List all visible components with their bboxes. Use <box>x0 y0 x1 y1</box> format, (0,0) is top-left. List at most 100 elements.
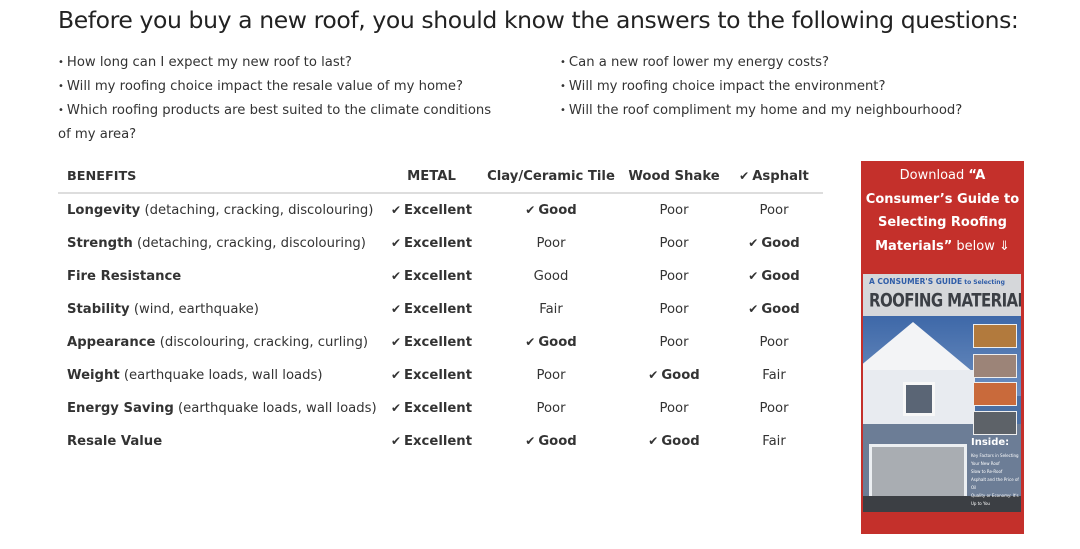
cover-subtitle: A CONSUMER'S GUIDE to Selecting <box>869 277 1005 286</box>
cover-swatch-asphalt <box>973 354 1017 378</box>
rating-value: Good <box>761 269 800 284</box>
rating-value: Poor <box>759 401 789 416</box>
table-row: Strength (detaching, cracking, discolour… <box>58 227 823 260</box>
header-benefits: BENEFITS <box>58 161 384 194</box>
check-icon: ✔ <box>390 203 402 217</box>
benefit-detail: (discolouring, cracking, curling) <box>159 335 368 350</box>
table-row: Appearance (discolouring, cracking, curl… <box>58 326 823 359</box>
check-icon: ✔ <box>748 302 759 316</box>
question-text: Will the roof compliment my home and my … <box>568 103 963 118</box>
rating-value: Poor <box>659 203 689 218</box>
check-icon: ✔ <box>390 302 402 316</box>
benefit-cell: Energy Saving (earthquake loads, wall lo… <box>58 392 384 425</box>
table-row: Longevity (detaching, cracking, discolou… <box>58 193 823 227</box>
rating-value: Good <box>538 203 577 218</box>
question-item: • Will the roof compliment my home and my… <box>560 99 980 123</box>
check-icon: ✔ <box>525 434 536 448</box>
rating-value: Good <box>533 269 569 284</box>
table-row: Energy Saving (earthquake loads, wall lo… <box>58 392 823 425</box>
bullet-icon: • <box>560 105 566 116</box>
rating-asphalt: Fair <box>725 359 823 392</box>
rating-value: Good <box>538 434 577 449</box>
rating-value: Poor <box>659 302 689 317</box>
rating-metal: ✔ Excellent <box>384 425 479 458</box>
rating-value: Poor <box>659 269 689 284</box>
rating-wood: Poor <box>623 293 725 326</box>
cover-subtitle-big: A CONSUMER'S GUIDE <box>869 277 963 286</box>
cover-inside-list: Key Factors in Selecting Your New Roof S… <box>971 452 1019 508</box>
table-row: Weight (earthquake loads, wall loads) ✔ Ex… <box>58 359 823 392</box>
rating-wood: Poor <box>623 260 725 293</box>
rating-value: Excellent <box>404 335 472 350</box>
promo-prefix: Download <box>899 168 969 183</box>
check-icon: ✔ <box>390 236 402 250</box>
rating-clay: Poor <box>479 227 623 260</box>
header-wood: Wood Shake <box>623 161 725 194</box>
question-item: • How long can I expect my new roof to la… <box>58 51 498 75</box>
rating-asphalt: Poor <box>725 193 823 227</box>
rating-clay: Fair <box>479 293 623 326</box>
question-text: Can a new roof lower my energy costs? <box>568 55 830 70</box>
rating-value: Excellent <box>404 203 472 218</box>
rating-metal: ✔ Excellent <box>384 260 479 293</box>
benefit-cell: Fire Resistance <box>58 260 384 293</box>
rating-value: Excellent <box>404 269 472 284</box>
check-icon: ✔ <box>390 401 402 415</box>
check-icon: ✔ <box>525 203 536 217</box>
rating-value: Poor <box>759 335 789 350</box>
rating-clay: Poor <box>479 392 623 425</box>
questions-right: • Can a new roof lower my energy costs? •… <box>560 51 980 123</box>
bullet-icon: • <box>58 105 64 116</box>
header-metal: METAL <box>384 161 479 194</box>
question-text: How long can I expect my new roof to las… <box>66 55 352 70</box>
cover-garage-door <box>869 444 967 502</box>
cover-title: ROOFING MATERIALS <box>869 289 1021 312</box>
rating-value: Excellent <box>404 302 472 317</box>
header-clay: Clay/Ceramic Tile <box>479 161 623 194</box>
cover-inside-item: Quality or Economy: It's Up to You <box>971 493 1019 506</box>
bullet-icon: • <box>58 57 64 68</box>
rating-value: Poor <box>659 401 689 416</box>
rating-clay: ✔ Good <box>479 425 623 458</box>
rating-value: Good <box>761 302 800 317</box>
guide-download-promo[interactable]: Download “A Consumer’s Guide to Selectin… <box>861 161 1024 534</box>
rating-wood: ✔ Good <box>623 359 725 392</box>
arrow-down-icon: ⇓ <box>998 238 1010 254</box>
guide-cover-image[interactable]: A CONSUMER'S GUIDE to Selecting ROOFING … <box>863 274 1021 512</box>
rating-value: Poor <box>659 236 689 251</box>
check-icon: ✔ <box>390 335 402 349</box>
rating-value: Excellent <box>404 434 472 449</box>
rating-wood: Poor <box>623 227 725 260</box>
check-icon: ✔ <box>748 269 759 283</box>
roofing-comparison-table: BENEFITS METAL Clay/Ceramic Tile Wood Sh… <box>58 161 823 458</box>
benefit-name: Strength <box>67 236 133 251</box>
check-icon: ✔ <box>648 434 659 448</box>
question-text: Will my roofing choice impact the resale… <box>66 79 463 94</box>
cover-subtitle-small: to Selecting <box>962 279 1005 286</box>
rating-asphalt: Fair <box>725 425 823 458</box>
cover-header: A CONSUMER'S GUIDE to Selecting ROOFING … <box>863 274 1021 316</box>
benefit-cell: Stability (wind, earthquake) <box>58 293 384 326</box>
benefit-cell: Weight (earthquake loads, wall loads) <box>58 359 384 392</box>
cover-inside-label: Inside: <box>971 437 1010 448</box>
check-icon: ✔ <box>390 434 402 448</box>
cover-inside-item: Key Factors in Selecting Your New Roof <box>971 453 1019 466</box>
rating-value: Good <box>538 335 577 350</box>
rating-value: Good <box>761 236 800 251</box>
check-icon: ✔ <box>648 368 659 382</box>
benefit-name: Resale Value <box>67 434 163 449</box>
bullet-icon: • <box>560 57 566 68</box>
rating-metal: ✔ Excellent <box>384 392 479 425</box>
rating-metal: ✔ Excellent <box>384 359 479 392</box>
rating-asphalt: ✔ Good <box>725 227 823 260</box>
benefit-cell: Appearance (discolouring, cracking, curl… <box>58 326 384 359</box>
benefit-detail: (earthquake loads, wall loads) <box>178 401 377 416</box>
rating-asphalt: ✔ Good <box>725 260 823 293</box>
rating-wood: ✔ Good <box>623 425 725 458</box>
benefit-cell: Resale Value <box>58 425 384 458</box>
benefit-detail: (earthquake loads, wall loads) <box>123 368 323 383</box>
check-icon: ✔ <box>525 335 536 349</box>
benefit-name: Appearance <box>67 335 156 350</box>
cover-window <box>903 382 935 416</box>
rating-value: Excellent <box>404 401 472 416</box>
